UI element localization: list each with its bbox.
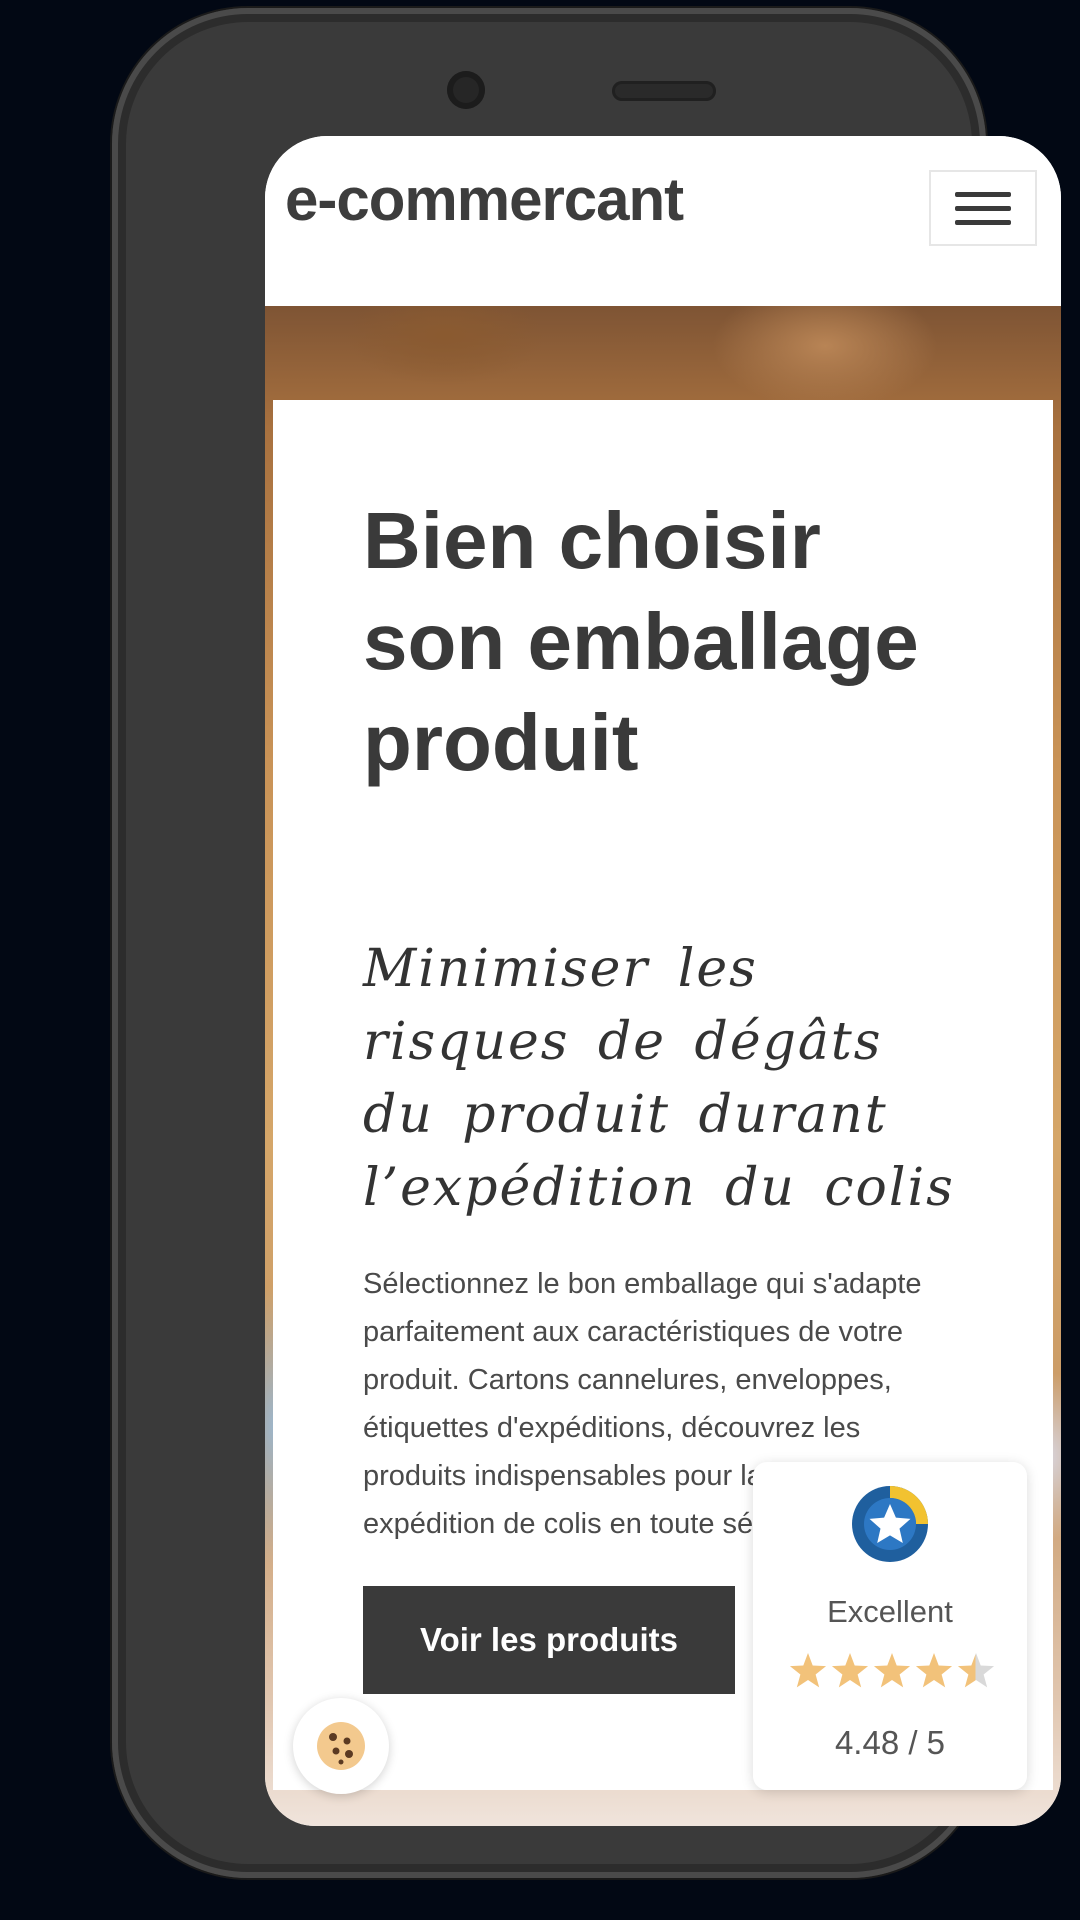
menu-button[interactable]: [929, 170, 1037, 246]
rating-star-icon: [873, 1653, 911, 1688]
rating-score: 4.48 / 5: [834, 1724, 946, 1761]
hamburger-icon: [955, 205, 1011, 211]
hamburger-icon: [955, 219, 1011, 225]
hamburger-icon: [955, 191, 1011, 197]
rating-star-icon: [789, 1653, 827, 1688]
phone-screen: e-commercant Bien choisir son emballage …: [265, 136, 1061, 1826]
front-camera: [447, 71, 485, 109]
brand-logo[interactable]: e-commercant: [285, 170, 684, 230]
rating-widget[interactable]: Excellent 4.48 / 5: [753, 1462, 1027, 1790]
site-header: e-commercant: [265, 136, 1061, 306]
cookie-icon: [317, 1722, 365, 1770]
rating-star-icon: [915, 1653, 953, 1688]
rating-star-icon: [831, 1653, 869, 1688]
stage: e-commercant Bien choisir son emballage …: [0, 0, 1080, 1920]
rating-star-icon: [957, 1653, 995, 1688]
earpiece-speaker: [612, 81, 716, 101]
view-products-button[interactable]: Voir les produits: [363, 1586, 735, 1694]
rating-label: Excellent: [827, 1594, 953, 1629]
page-title: Bien choisir son emballage produit: [363, 496, 919, 787]
cookie-settings-button[interactable]: [293, 1698, 389, 1794]
rating-stars: [789, 1653, 995, 1688]
phone-frame: e-commercant Bien choisir son emballage …: [112, 8, 1061, 1878]
star-badge-icon: [852, 1486, 928, 1562]
hero-subtitle: Minimiser les risques de dégâts du produ…: [363, 939, 955, 1218]
